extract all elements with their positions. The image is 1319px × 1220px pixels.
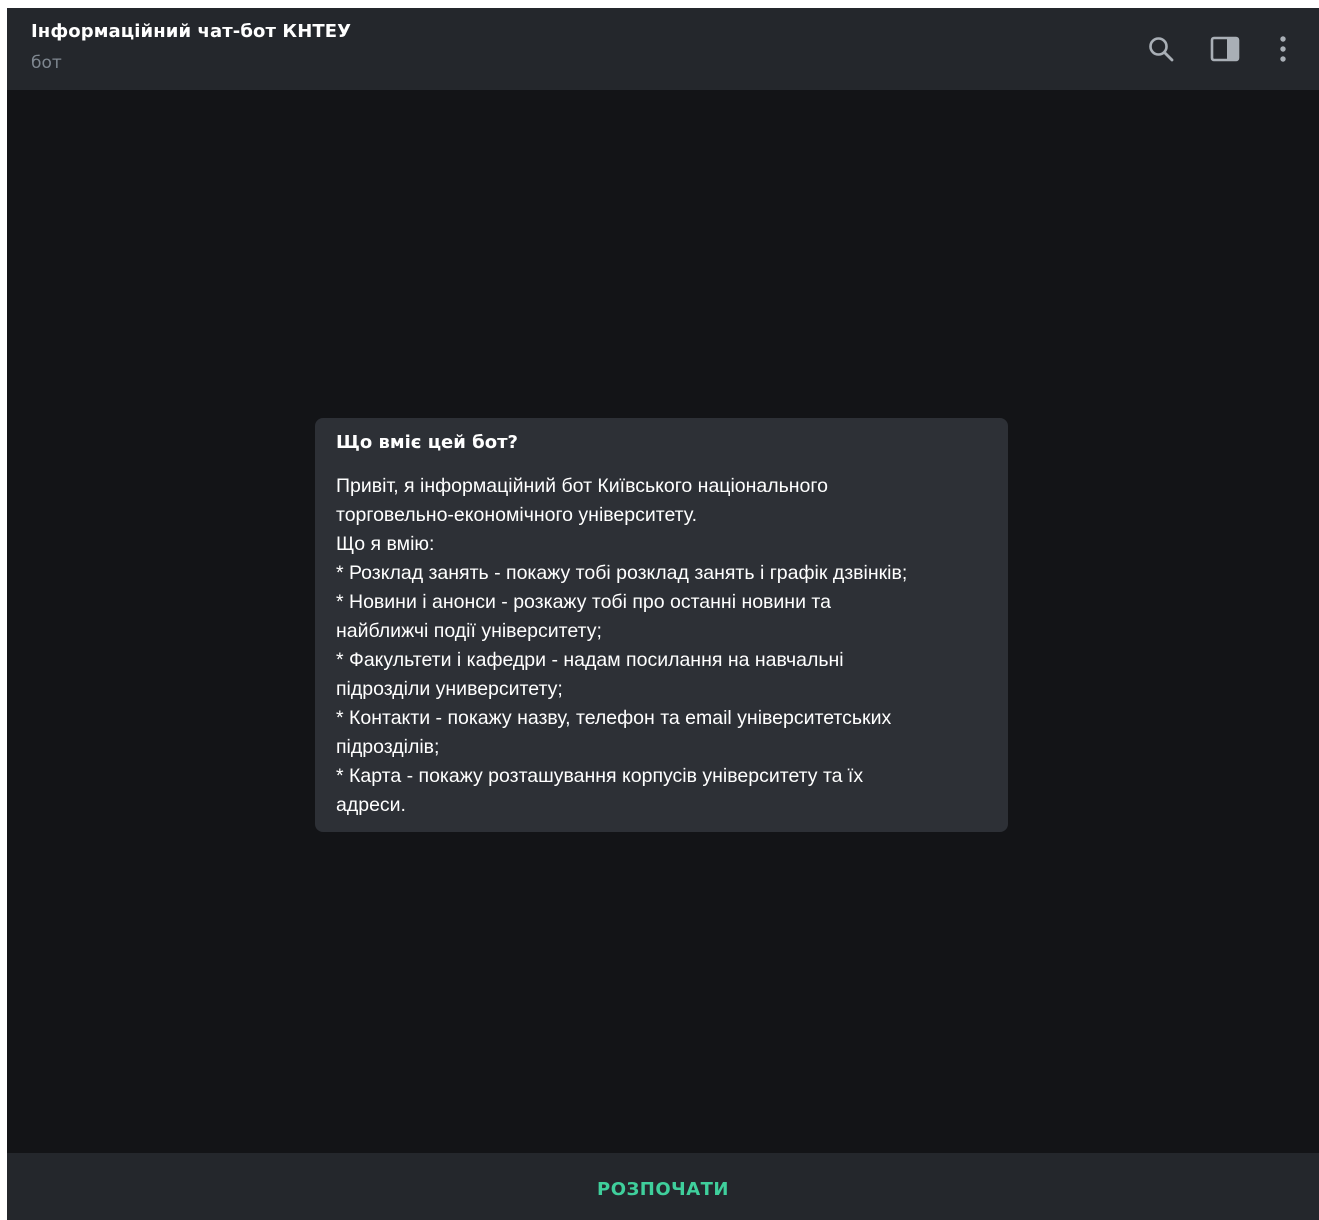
- start-button[interactable]: РОЗПОЧАТИ: [597, 1179, 729, 1200]
- bot-description-line: Привіт, я інформаційний бот Київського н…: [336, 475, 828, 497]
- chat-title[interactable]: Інформаційний чат-бот КНТЕУ: [31, 21, 351, 42]
- more-vertical-icon[interactable]: [1266, 32, 1300, 66]
- bot-description-line: підрозділи униве­рситету;: [336, 678, 563, 700]
- bot-description-card: Що вміє цей бот? Привіт, я інформаційний…: [315, 418, 1008, 832]
- bot-description-text: Привіт, я інформаційний бот Київського н…: [336, 472, 986, 820]
- sidebar-toggle-icon[interactable]: [1208, 32, 1242, 66]
- telegram-chat-window: Інформаційний чат-бот КНТЕУ бот Що вміє: [7, 8, 1319, 1220]
- bot-description-line: адреси.: [336, 794, 406, 816]
- bot-description-title: Що вміє цей бот?: [336, 432, 518, 453]
- bot-description-line: Що я вмію:: [336, 533, 435, 555]
- bot-description-line: * Карта - покажу розташування корпусів у…: [336, 765, 864, 787]
- start-button-bar[interactable]: РОЗПОЧАТИ: [7, 1153, 1319, 1220]
- bot-description-line: найближчі події університету;: [336, 620, 602, 642]
- bot-description-line: підрозділів;: [336, 736, 440, 758]
- search-icon[interactable]: [1144, 32, 1178, 66]
- chat-status: бот: [31, 53, 62, 73]
- bot-description-line: * Новини і анонси - розкажу тобі про ост…: [336, 591, 831, 613]
- bot-description-line: * Контакти - покажу назву, телефон та em…: [336, 707, 892, 729]
- messages-area: Що вміє цей бот? Привіт, я інформаційний…: [7, 90, 1319, 1153]
- chat-header: Інформаційний чат-бот КНТЕУ бот: [7, 8, 1319, 90]
- bot-description-line: торговельно-економічного університету.: [336, 504, 698, 526]
- bot-description-line: * Розклад занять - покажу тобі розклад з…: [336, 562, 908, 584]
- bot-description-line: * Факультети і кафедри - надам посилання…: [336, 649, 844, 671]
